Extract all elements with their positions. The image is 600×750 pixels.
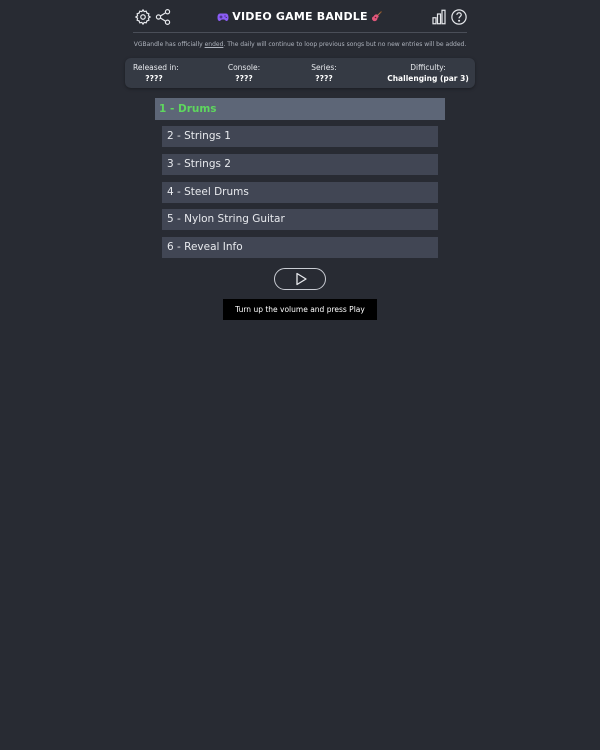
notice-text-before: VGBandle has officially	[133, 41, 205, 48]
track-strings-1[interactable]: 2 - Strings 1	[162, 126, 438, 147]
series-label: Series:	[311, 63, 337, 72]
gamepad-icon	[217, 12, 229, 25]
title-text: VIDEO GAME BANDLE	[232, 10, 368, 23]
track-steel-drums[interactable]: 4 - Steel Drums	[162, 182, 438, 203]
track-strings-2[interactable]: 3 - Strings 2	[162, 154, 438, 175]
track-drums[interactable]: 1 - Drums	[155, 98, 445, 120]
play-icon	[296, 272, 307, 286]
song-info-bar: Released in: ???? Console: ???? Series: …	[125, 58, 475, 88]
play-button[interactable]	[274, 268, 326, 290]
released-info: Released in: ????	[133, 63, 179, 84]
bar-chart-icon	[432, 9, 446, 25]
notice-text-after: . The daily will continue to loop previo…	[223, 41, 467, 48]
difficulty-label: Difficulty:	[410, 63, 446, 72]
difficulty-info: Difficulty: Challenging (par 3)	[387, 63, 469, 84]
track-nylon-string-guitar[interactable]: 5 - Nylon String Guitar	[162, 209, 438, 230]
notice-banner: VGBandle has officially ended. The daily…	[0, 41, 600, 48]
difficulty-value: Challenging (par 3)	[387, 74, 469, 83]
ended-link[interactable]: ended	[205, 41, 224, 48]
play-tooltip: Turn up the volume and press Play	[223, 299, 377, 320]
app: VIDEO GAME BANDLE VGBandle has officiall…	[0, 0, 600, 750]
app-title: VIDEO GAME BANDLE	[133, 10, 467, 25]
series-info: Series: ????	[307, 63, 341, 84]
header: VIDEO GAME BANDLE	[133, 6, 467, 33]
series-value: ????	[315, 74, 333, 83]
guitar-icon	[371, 10, 383, 25]
console-info: Console: ????	[224, 63, 264, 84]
help-button[interactable]	[450, 8, 468, 26]
console-value: ????	[235, 74, 253, 83]
track-reveal-info[interactable]: 6 - Reveal Info	[162, 237, 438, 258]
released-value: ????	[145, 74, 163, 83]
stats-button[interactable]	[430, 8, 448, 26]
help-icon	[451, 9, 467, 25]
released-label: Released in:	[133, 63, 179, 72]
console-label: Console:	[227, 63, 261, 72]
